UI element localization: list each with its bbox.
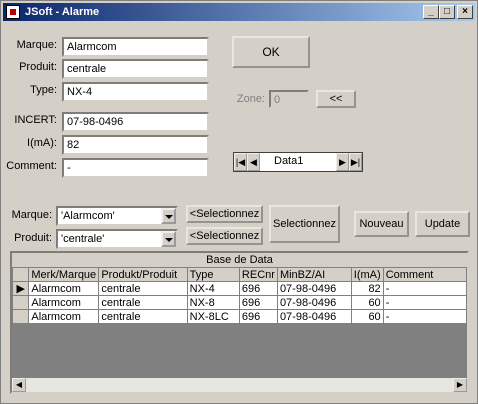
grid-cell[interactable]: 696 [238, 281, 278, 296]
produit-field[interactable]: centrale [62, 59, 209, 79]
grid-cell[interactable]: - [382, 309, 468, 324]
column-header[interactable]: MinBZ/AI [276, 267, 352, 282]
type-field[interactable]: NX-4 [62, 82, 209, 102]
column-header[interactable]: Produkt/Produit [98, 267, 188, 282]
table-row[interactable]: Alarmcom centrale NX-8LC 696 07-98-0496 … [11, 309, 468, 324]
first-record-button[interactable]: |◀ [234, 153, 247, 171]
maximize-button[interactable]: □ [439, 5, 455, 19]
data-control-caption: Data1 [274, 155, 304, 167]
table-row[interactable]: ▶ Alarmcom centrale NX-4 696 07-98-0496 … [11, 281, 468, 296]
select-produit-button[interactable]: <Selectionnez [186, 227, 263, 245]
column-header[interactable]: Type [186, 267, 240, 282]
column-header[interactable]: Merk/Marque [28, 267, 100, 282]
incert-label: INCERT: [14, 114, 57, 126]
update-button[interactable]: Update [415, 211, 470, 237]
grid-cell[interactable]: - [382, 295, 468, 310]
filter-produit-label: Produit: [14, 232, 52, 244]
marque-field[interactable]: Alarmcom [62, 37, 209, 57]
marque-combo[interactable]: 'Alarmcom' [56, 206, 178, 226]
chevron-down-icon[interactable] [161, 208, 176, 224]
row-selector[interactable] [11, 309, 30, 324]
grid-cell[interactable]: Alarmcom [28, 281, 100, 296]
scroll-left-icon[interactable]: ◀ [12, 378, 26, 392]
application-window: JSoft - Alarme _ □ × Marque: Alarmcom Pr… [0, 0, 478, 404]
new-button[interactable]: Nouveau [354, 211, 409, 237]
grid-cell[interactable]: centrale [98, 281, 188, 296]
grid-cell[interactable]: 696 [238, 295, 278, 310]
marque-combo-value: 'Alarmcom' [61, 210, 115, 222]
grid-cell[interactable]: Alarmcom [28, 309, 100, 324]
select-button[interactable]: Selectionnez [269, 205, 340, 243]
produit-combo[interactable]: 'centrale' [56, 229, 178, 249]
grid-cell[interactable]: 82 [350, 281, 384, 296]
column-header[interactable]: I(mA) [350, 267, 384, 282]
grid-cell[interactable]: 60 [350, 295, 384, 310]
marque-label: Marque: [16, 39, 57, 51]
row-selector-header [11, 267, 30, 282]
produit-label: Produit: [19, 61, 57, 73]
grid-cell[interactable]: 07-98-0496 [276, 295, 352, 310]
grid-cell[interactable]: 696 [238, 309, 278, 324]
filter-marque-label: Marque: [11, 209, 52, 221]
comment-field[interactable]: - [62, 158, 209, 178]
data-grid[interactable]: Base de Data Merk/Marque Produkt/Produit… [10, 251, 469, 394]
grid-cell[interactable]: NX-8 [186, 295, 240, 310]
row-selector[interactable] [11, 295, 30, 310]
table-row[interactable]: Alarmcom centrale NX-8 696 07-98-0496 60… [11, 295, 468, 310]
grid-cell[interactable]: - [382, 281, 468, 296]
produit-combo-value: 'centrale' [61, 233, 105, 245]
grid-caption: Base de Data [12, 253, 467, 268]
app-icon[interactable] [6, 5, 20, 19]
ima-label: I(mA): [27, 137, 57, 149]
next-record-button[interactable]: ▶ [336, 153, 349, 171]
zone-field[interactable]: 0 [269, 90, 309, 108]
last-record-button[interactable]: ▶| [349, 153, 362, 171]
scroll-right-icon[interactable]: ▶ [453, 378, 467, 392]
current-row-icon[interactable]: ▶ [11, 281, 30, 296]
grid-cell[interactable]: centrale [98, 295, 188, 310]
chevron-down-icon[interactable] [161, 231, 176, 247]
grid-cell[interactable]: Alarmcom [28, 295, 100, 310]
title-bar[interactable]: JSoft - Alarme _ □ × [3, 3, 475, 21]
minimize-button[interactable]: _ [423, 5, 439, 19]
grid-cell[interactable]: NX-4 [186, 281, 240, 296]
grid-header-row: Merk/Marque Produkt/Produit Type RECnr M… [11, 267, 468, 282]
data-control: |◀ ◀ Data1 ▶ ▶| [233, 152, 363, 172]
ok-button[interactable]: OK [232, 36, 310, 68]
incert-field[interactable]: 07-98-0496 [62, 112, 209, 132]
zone-back-button[interactable]: << [316, 90, 356, 108]
horizontal-scrollbar[interactable]: ◀ ▶ [12, 378, 467, 392]
type-label: Type: [30, 84, 57, 96]
prev-record-button[interactable]: ◀ [247, 153, 260, 171]
window-title: JSoft - Alarme [25, 6, 100, 18]
grid-table: Merk/Marque Produkt/Produit Type RECnr M… [11, 267, 468, 324]
grid-cell[interactable]: 60 [350, 309, 384, 324]
grid-cell[interactable]: 07-98-0496 [276, 281, 352, 296]
close-button[interactable]: × [457, 5, 473, 19]
select-marque-button[interactable]: <Selectionnez [186, 205, 263, 223]
grid-cell[interactable]: NX-8LC [186, 309, 240, 324]
grid-cell[interactable]: centrale [98, 309, 188, 324]
grid-cell[interactable]: 07-98-0496 [276, 309, 352, 324]
column-header[interactable]: Comment [382, 267, 468, 282]
zone-label: Zone: [236, 93, 265, 105]
column-header[interactable]: RECnr [238, 267, 278, 282]
ima-field[interactable]: 82 [62, 135, 209, 155]
comment-label: Comment: [6, 160, 57, 172]
